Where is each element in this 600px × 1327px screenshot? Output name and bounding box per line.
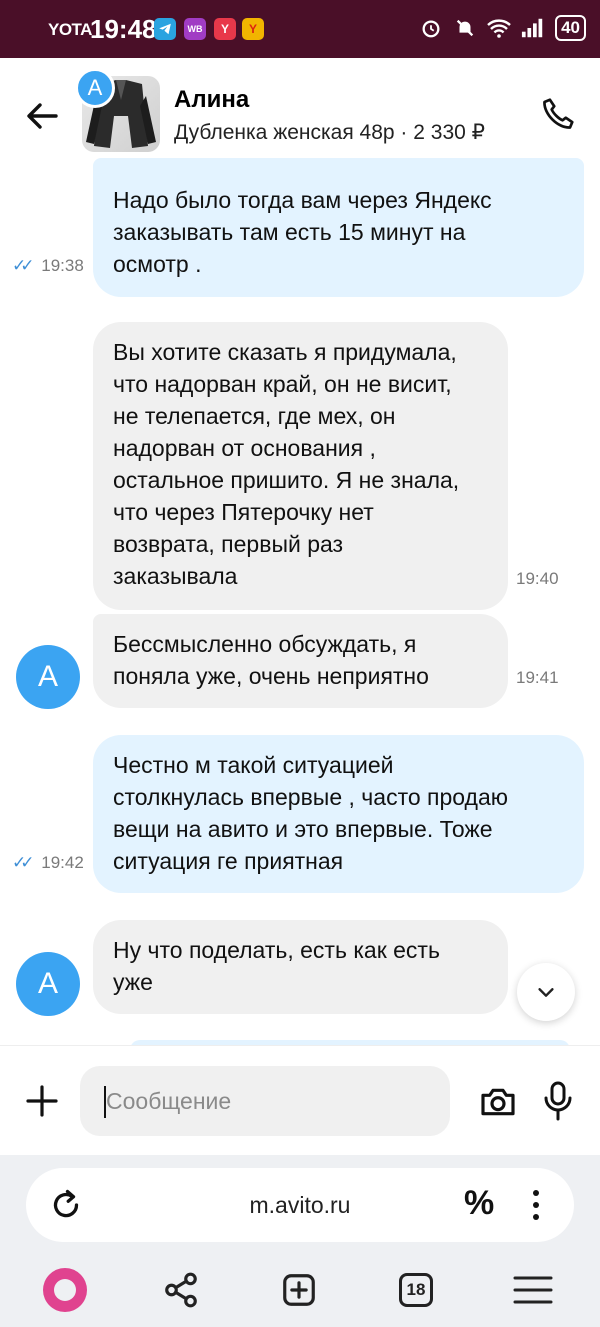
contact-avatar[interactable]: A [16,952,80,1016]
battery-indicator: 40 [555,15,586,41]
message-meta: ✓✓ 19:38 [12,256,84,276]
plus-icon [26,1085,58,1117]
discount-button[interactable]: % [464,1184,494,1223]
more-menu-button[interactable] [526,1186,546,1224]
yandex-icon: Y [214,18,236,40]
contact-avatar-badge: A [75,68,115,108]
new-tab-button[interactable] [274,1265,324,1315]
message-bubble-incoming[interactable]: Ну что поделать, есть как есть уже [93,920,508,1014]
status-time: 19:48 [90,14,157,44]
chevron-down-icon [538,988,554,997]
phone-icon [543,98,574,129]
message-text-line: поняла уже, очень неприятно [113,663,429,689]
microphone-icon [544,1081,572,1121]
share-button[interactable] [156,1265,206,1315]
message-text-line: возврата, первый раз [113,531,344,557]
item-title[interactable]: Дубленка женская 48р · 2 330 ₽ [174,120,485,145]
camera-icon [481,1088,515,1116]
message-text-line: столкнулась впервые , часто продаю [113,784,509,810]
message-bubble-incoming[interactable]: Вы хотите сказать я придумала, что надор… [93,322,508,610]
back-button[interactable] [22,96,62,136]
browser-bar: m.avito.ru % 18 [0,1155,600,1327]
message-text-line: заказывала [113,563,238,589]
share-icon [165,1272,197,1308]
kebab-menu-icon [533,1190,539,1220]
message-text-line: ситуация ге приятная [113,848,344,874]
carrier-label: YOTA [48,20,92,39]
message-input[interactable] [80,1066,450,1136]
tabs-count: 18 [399,1273,433,1307]
telegram-icon [154,18,176,40]
message-time: 19:42 [41,853,84,872]
wifi-icon [487,16,511,40]
read-checkmarks-icon: ✓✓ [12,256,34,275]
address-bar[interactable]: m.avito.ru % [26,1168,574,1242]
message-text-line: вещи на авито и это впервые. Тоже [113,816,493,842]
message-text-line: что надорван край, он не висит, [113,371,452,397]
message-text-line: Вы хотите сказать я придумала, [113,339,457,365]
plus-square-icon [283,1274,315,1306]
message-text-line: заказывать там есть 15 минут на [113,219,466,245]
message-text-line: осмотр . [113,251,202,277]
text-cursor [104,1086,106,1118]
message-time: 19:38 [41,256,84,275]
message-bubble-outgoing[interactable]: Честно м такой ситуацией столкнулась впе… [93,735,584,893]
contact-name[interactable]: Алина [174,86,249,114]
message-text-line: надорван от основания , [113,435,376,461]
message-text-line: Честно м такой ситуацией [113,752,394,778]
menu-button[interactable] [508,1265,558,1315]
status-bar: YOTA 19:48 WB Y Y 40 [0,0,600,58]
voice-message-button[interactable] [540,1080,576,1122]
yandex-market-icon: Y [242,18,264,40]
message-meta: ✓✓ 19:42 [12,853,84,873]
arrow-left-icon [27,103,58,129]
alarm-icon [419,16,443,40]
browser-nav: 18 [0,1255,600,1327]
message-text-line: не телепается, где мех, он [113,403,396,429]
message-time: 19:41 [516,668,559,687]
message-composer [0,1045,600,1155]
alice-icon [43,1268,87,1312]
wildberries-icon: WB [184,18,206,40]
message-text-line: Ну что поделать, есть как есть [113,937,440,963]
message-bubble-outgoing[interactable]: Надо было тогда вам через Яндекс заказыв… [93,158,584,297]
message-text-line: остальное пришито. Я не знала, [113,467,460,493]
alice-button[interactable] [40,1265,90,1315]
contact-avatar[interactable]: A [16,645,80,709]
read-checkmarks-icon: ✓✓ [12,853,34,872]
attach-button[interactable] [24,1083,60,1119]
hamburger-menu-icon [513,1276,553,1304]
call-button[interactable] [540,96,576,132]
mute-icon [453,16,477,40]
scroll-to-bottom-button[interactable] [517,963,575,1021]
chat-header: A Алина Дубленка женская 48р · 2 330 ₽ [0,58,600,170]
signal-icon [521,16,545,40]
message-text-line: уже [113,969,153,995]
tabs-button[interactable]: 18 [391,1265,441,1315]
message-text-line: Бессмысленно обсуждать, я [113,631,417,657]
camera-button[interactable] [478,1082,518,1122]
message-text-line: что через Пятерочку нет [113,499,374,525]
message-bubble-incoming[interactable]: Бессмысленно обсуждать, я поняла уже, оч… [93,614,508,708]
message-time: 19:40 [516,569,559,588]
message-text-line: Надо было тогда вам через Яндекс [113,187,492,213]
